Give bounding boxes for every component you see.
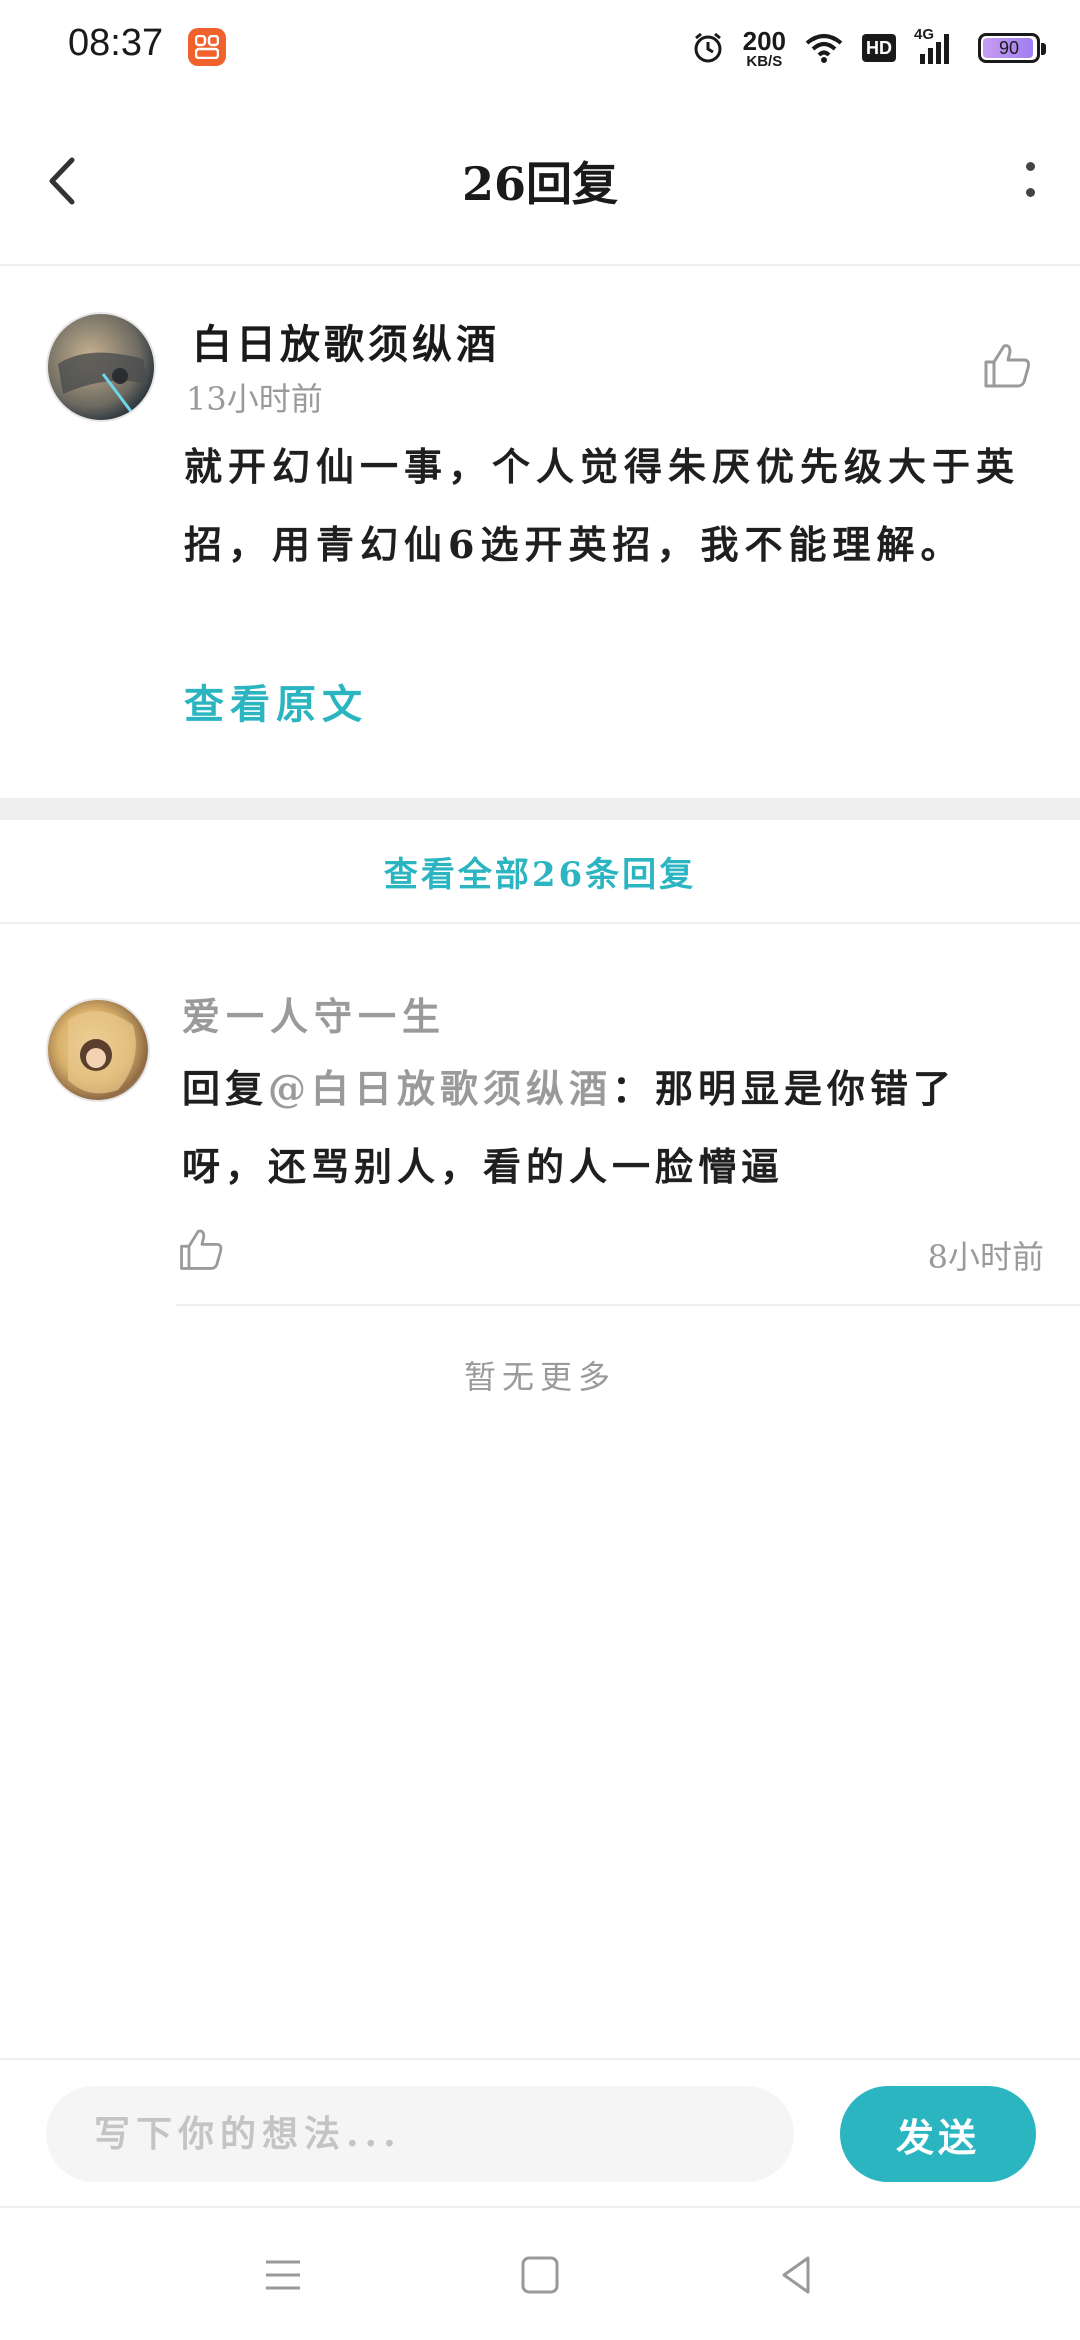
comment-time: 13小时前 — [186, 380, 323, 418]
reply-prefix: 回复 — [182, 1066, 269, 1111]
send-button[interactable]: 发送 — [840, 2086, 1036, 2182]
battery-icon: 90 — [978, 33, 1046, 63]
more-button[interactable] — [1016, 156, 1046, 206]
main-comment: 白日放歌须纵酒 13小时前 就开幻仙一事，个人觉得朱厌优先级大于英招，用青幻仙6… — [0, 268, 1080, 798]
wifi-icon — [805, 34, 843, 63]
app-notification-icon — [188, 28, 226, 66]
home-button[interactable] — [515, 2250, 565, 2300]
thumbs-up-icon — [180, 1229, 223, 1270]
menu-button[interactable] — [258, 2250, 308, 2300]
view-original-link[interactable]: 查看原文 — [184, 672, 368, 730]
menu-icon — [266, 2260, 300, 2290]
reply-mention[interactable]: @白日放歌须纵酒 — [268, 1066, 612, 1111]
network-speed: 200 KB/S — [742, 25, 786, 70]
comment-input[interactable] — [46, 2086, 794, 2182]
reply-username[interactable]: 爱一人守一生 — [182, 986, 446, 1041]
reply-divider — [176, 1304, 1080, 1306]
page-title: 26回复 — [461, 157, 618, 211]
reply-text: 回复@白日放歌须纵酒：那明显是你错了呀，还骂别人，看的人一脸懵逼 — [182, 1050, 1042, 1206]
comment-username[interactable]: 白日放歌须纵酒 — [192, 312, 500, 370]
nav-back-button[interactable] — [772, 2250, 822, 2300]
reply-time: 8小时前 — [927, 1238, 1044, 1276]
status-time: 08:37 — [68, 22, 164, 64]
back-triangle-icon — [782, 2256, 810, 2294]
system-nav-bar — [0, 2210, 1080, 2340]
comment-input-bar: 发送 — [0, 2058, 1080, 2208]
reply-like-button[interactable] — [176, 1224, 226, 1274]
alarm-icon — [694, 32, 722, 63]
no-more-label: 暂无更多 — [463, 1358, 616, 1396]
status-icons: 200 KB/S HD 4G 90 — [691, 22, 1046, 74]
hd-icon: HD — [862, 34, 896, 62]
signal-icon: 4G — [914, 26, 960, 66]
status-bar: 08:37 200 KB/S HD 4G 90 — [0, 0, 1080, 96]
comment-text: 就开幻仙一事，个人觉得朱厌优先级大于英招，用青幻仙6选开英招，我不能理解。 — [184, 444, 1021, 567]
thumbs-up-icon — [984, 344, 1030, 388]
section-divider — [0, 798, 1080, 820]
header: 26回复 — [0, 96, 1080, 266]
view-all-replies-link[interactable]: 查看全部26条回复 — [0, 820, 1080, 924]
like-button[interactable] — [980, 338, 1034, 392]
avatar[interactable] — [46, 312, 156, 422]
home-square-icon — [521, 2256, 559, 2294]
avatar[interactable] — [46, 998, 150, 1102]
reply-item: 爱一人守一生 回复@白日放歌须纵酒：那明显是你错了呀，还骂别人，看的人一脸懵逼 … — [0, 926, 1080, 1306]
